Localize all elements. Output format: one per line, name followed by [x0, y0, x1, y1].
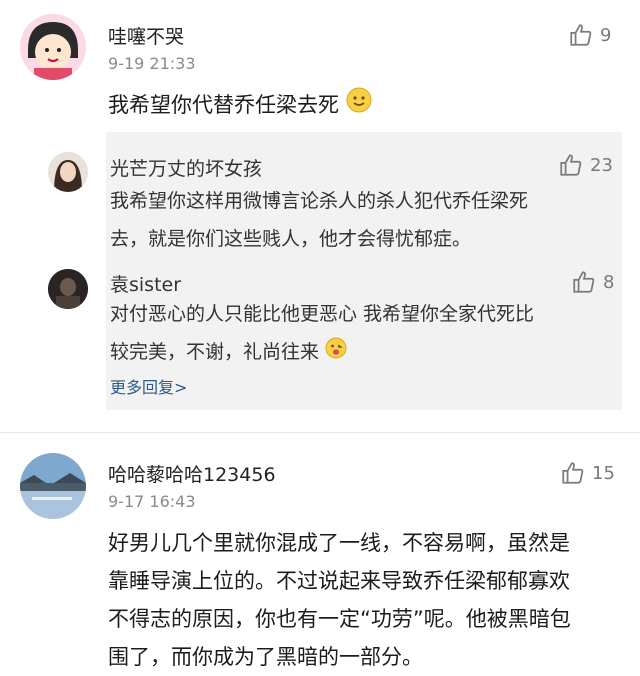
like-button[interactable]: 15	[560, 460, 615, 486]
avatar[interactable]	[20, 453, 86, 519]
comment-text: 我希望你代替乔任梁去死	[108, 86, 372, 125]
comment-text: 好男儿几个里就你混成了一线，不容易啊，虽然是 靠睡导演上位的。不过说起来导致乔任…	[108, 531, 571, 669]
avatar[interactable]	[48, 152, 88, 192]
like-button[interactable]: 9	[568, 22, 611, 48]
reply-text: 我希望你这样用微博言论杀人的杀人犯代乔任梁死 去，就是你们这些贱人，他才会得忧郁…	[110, 190, 529, 250]
like-count: 8	[603, 271, 615, 293]
replies-panel: 光芒万丈的坏女孩 23 我希望你这样用微博言论杀人的杀人犯代乔任梁死 去，就是你…	[48, 132, 622, 410]
reply-username[interactable]: 袁sister	[110, 270, 181, 297]
avatar[interactable]	[48, 269, 88, 309]
like-button[interactable]: 8	[571, 269, 614, 295]
divider	[0, 432, 640, 433]
thumbs-up-icon	[570, 24, 592, 46]
more-replies-link[interactable]: 更多回复>	[110, 374, 187, 398]
avatar[interactable]	[20, 14, 86, 80]
thumbs-up-icon	[562, 462, 584, 484]
tongue-emoji-icon	[325, 334, 347, 372]
like-count: 23	[590, 154, 613, 176]
timestamp: 9-17 16:43	[108, 492, 196, 511]
like-count: 9	[600, 24, 612, 46]
like-count: 15	[592, 462, 615, 484]
thumbs-up-icon	[573, 271, 595, 293]
like-button[interactable]: 23	[558, 152, 613, 178]
timestamp: 9-19 21:33	[108, 54, 196, 73]
smile-emoji-icon	[346, 87, 372, 125]
username[interactable]: 哈哈藜哈哈123456	[108, 460, 276, 487]
reply-username[interactable]: 光芒万丈的坏女孩	[110, 154, 262, 181]
reply-text: 对付恶心的人只能比他更恶心 我希望你全家代死比 较完美，不谢，礼尚往来	[110, 295, 534, 372]
thumbs-up-icon	[560, 154, 582, 176]
username[interactable]: 哇噻不哭	[108, 22, 184, 49]
